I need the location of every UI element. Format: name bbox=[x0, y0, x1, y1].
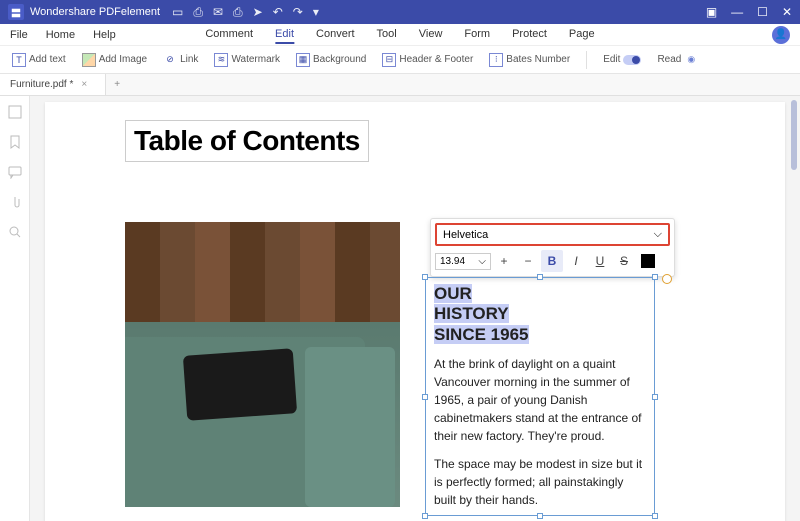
toggle-on-icon bbox=[623, 55, 641, 65]
app-logo: 〓 bbox=[8, 4, 24, 20]
text-icon: T bbox=[12, 53, 26, 67]
history-heading: OUR HISTORY SINCE 1965 bbox=[434, 284, 646, 345]
resize-handle[interactable] bbox=[422, 394, 428, 400]
comments-icon[interactable] bbox=[7, 164, 23, 180]
left-sidebar bbox=[0, 96, 30, 521]
tab-protect[interactable]: Protect bbox=[512, 26, 547, 44]
menu-help[interactable]: Help bbox=[93, 29, 116, 41]
tab-edit[interactable]: Edit bbox=[275, 26, 294, 44]
add-image-button[interactable]: Add Image bbox=[78, 51, 151, 69]
edit-ribbon: TAdd text Add Image ⊘Link ≋Watermark ▦Ba… bbox=[0, 46, 800, 74]
bates-icon: ⁝ bbox=[489, 53, 503, 67]
document-tab[interactable]: Furniture.pdf * × bbox=[0, 74, 106, 95]
header-footer-icon: ⊟ bbox=[382, 53, 396, 67]
user-avatar[interactable]: 👤 bbox=[772, 26, 790, 44]
print-icon[interactable]: ⎙ bbox=[233, 5, 243, 20]
more-icon[interactable]: ▾ bbox=[313, 5, 319, 20]
text-format-toolbar: Helvetica ⌵ 13.94 ⌵ + − B I U S bbox=[430, 218, 675, 277]
document-tabbar: Furniture.pdf * × + bbox=[0, 74, 800, 96]
thumbnails-icon[interactable] bbox=[7, 104, 23, 120]
workspace: Table of Contents Helvetica ⌵ 13.94 ⌵ bbox=[0, 96, 800, 521]
tab-close-icon[interactable]: × bbox=[81, 79, 87, 90]
bookmark-icon[interactable] bbox=[7, 134, 23, 150]
quick-access-toolbar: ▭ ⎙ ✉ ⎙ ➤ ↶ ↷ ▾ bbox=[172, 5, 319, 20]
resize-handle[interactable] bbox=[422, 274, 428, 280]
color-swatch bbox=[641, 254, 655, 268]
tab-convert[interactable]: Convert bbox=[316, 26, 355, 44]
read-mode-toggle[interactable]: Read◉ bbox=[653, 51, 702, 69]
redo-icon[interactable]: ↷ bbox=[293, 5, 303, 20]
bates-number-button[interactable]: ⁝Bates Number bbox=[485, 51, 574, 69]
add-text-button[interactable]: TAdd text bbox=[8, 51, 70, 69]
tab-label: Furniture.pdf * bbox=[10, 79, 73, 90]
toc-heading[interactable]: Table of Contents bbox=[125, 120, 369, 162]
chevron-down-icon: ⌵ bbox=[654, 228, 662, 241]
strikethrough-button[interactable]: S bbox=[613, 250, 635, 272]
italic-button[interactable]: I bbox=[565, 250, 587, 272]
link-button[interactable]: ⊘Link bbox=[159, 51, 202, 69]
menu-home[interactable]: Home bbox=[46, 29, 75, 41]
font-size-select[interactable]: 13.94 ⌵ bbox=[435, 253, 491, 270]
image-icon bbox=[82, 53, 96, 67]
search-icon[interactable] bbox=[7, 224, 23, 240]
furniture-photo[interactable] bbox=[125, 222, 400, 507]
attachment-icon[interactable] bbox=[7, 194, 23, 210]
header-footer-button[interactable]: ⊟Header & Footer bbox=[378, 51, 477, 69]
tab-page[interactable]: Page bbox=[569, 26, 595, 44]
resize-handle[interactable] bbox=[652, 274, 658, 280]
font-family-value: Helvetica bbox=[443, 229, 488, 241]
selected-text-box[interactable]: OUR HISTORY SINCE 1965 At the brink of d… bbox=[425, 277, 655, 516]
mail-icon[interactable]: ✉ bbox=[213, 5, 223, 20]
body-paragraph: The space may be modest in size but it i… bbox=[434, 455, 646, 509]
maximize-icon[interactable]: ☐ bbox=[757, 5, 768, 19]
link-icon: ⊘ bbox=[163, 53, 177, 67]
underline-button[interactable]: U bbox=[589, 250, 611, 272]
rotate-handle[interactable] bbox=[662, 274, 672, 284]
undo-icon[interactable]: ↶ bbox=[273, 5, 283, 20]
window-controls: ▣ — ☐ ✕ bbox=[706, 5, 792, 19]
app-title: Wondershare PDFelement bbox=[30, 6, 160, 18]
chevron-down-icon: ⌵ bbox=[478, 256, 486, 267]
resize-handle[interactable] bbox=[537, 274, 543, 280]
resize-handle[interactable] bbox=[652, 394, 658, 400]
tab-tool[interactable]: Tool bbox=[377, 26, 397, 44]
watermark-icon: ≋ bbox=[214, 53, 228, 67]
add-tab-button[interactable]: + bbox=[106, 79, 128, 90]
scrollbar-thumb[interactable] bbox=[791, 100, 797, 170]
tab-form[interactable]: Form bbox=[464, 26, 490, 44]
background-button[interactable]: ▦Background bbox=[292, 51, 370, 69]
background-icon: ▦ bbox=[296, 53, 310, 67]
font-family-select[interactable]: Helvetica ⌵ bbox=[435, 223, 670, 246]
tab-comment[interactable]: Comment bbox=[205, 26, 253, 44]
resize-handle[interactable] bbox=[422, 513, 428, 519]
minimize-icon[interactable]: — bbox=[731, 5, 743, 19]
edit-mode-toggle[interactable]: Edit bbox=[599, 52, 645, 67]
tab-view[interactable]: View bbox=[419, 26, 443, 44]
close-icon[interactable]: ✕ bbox=[782, 5, 792, 19]
save-icon[interactable]: ⎙ bbox=[193, 5, 203, 20]
titlebar: 〓 Wondershare PDFelement ▭ ⎙ ✉ ⎙ ➤ ↶ ↷ ▾… bbox=[0, 0, 800, 24]
color-picker-button[interactable] bbox=[637, 250, 659, 272]
collapse-ribbon-icon[interactable]: ▣ bbox=[706, 5, 717, 19]
menubar: File Home Help Comment Edit Convert Tool… bbox=[0, 24, 800, 46]
open-icon[interactable]: ▭ bbox=[172, 5, 183, 20]
read-icon: ◉ bbox=[684, 53, 698, 67]
resize-handle[interactable] bbox=[652, 513, 658, 519]
font-size-value: 13.94 bbox=[440, 256, 465, 267]
body-paragraph: At the brink of daylight on a quaint Van… bbox=[434, 355, 646, 445]
document-canvas[interactable]: Table of Contents Helvetica ⌵ 13.94 ⌵ bbox=[30, 96, 800, 521]
share-icon[interactable]: ➤ bbox=[253, 5, 263, 20]
bold-button[interactable]: B bbox=[541, 250, 563, 272]
vertical-scrollbar[interactable] bbox=[790, 96, 798, 519]
watermark-button[interactable]: ≋Watermark bbox=[210, 51, 284, 69]
resize-handle[interactable] bbox=[537, 513, 543, 519]
decrease-size-button[interactable]: − bbox=[517, 250, 539, 272]
pdf-page: Table of Contents Helvetica ⌵ 13.94 ⌵ bbox=[45, 102, 785, 521]
increase-size-button[interactable]: + bbox=[493, 250, 515, 272]
menu-file[interactable]: File bbox=[10, 29, 28, 41]
